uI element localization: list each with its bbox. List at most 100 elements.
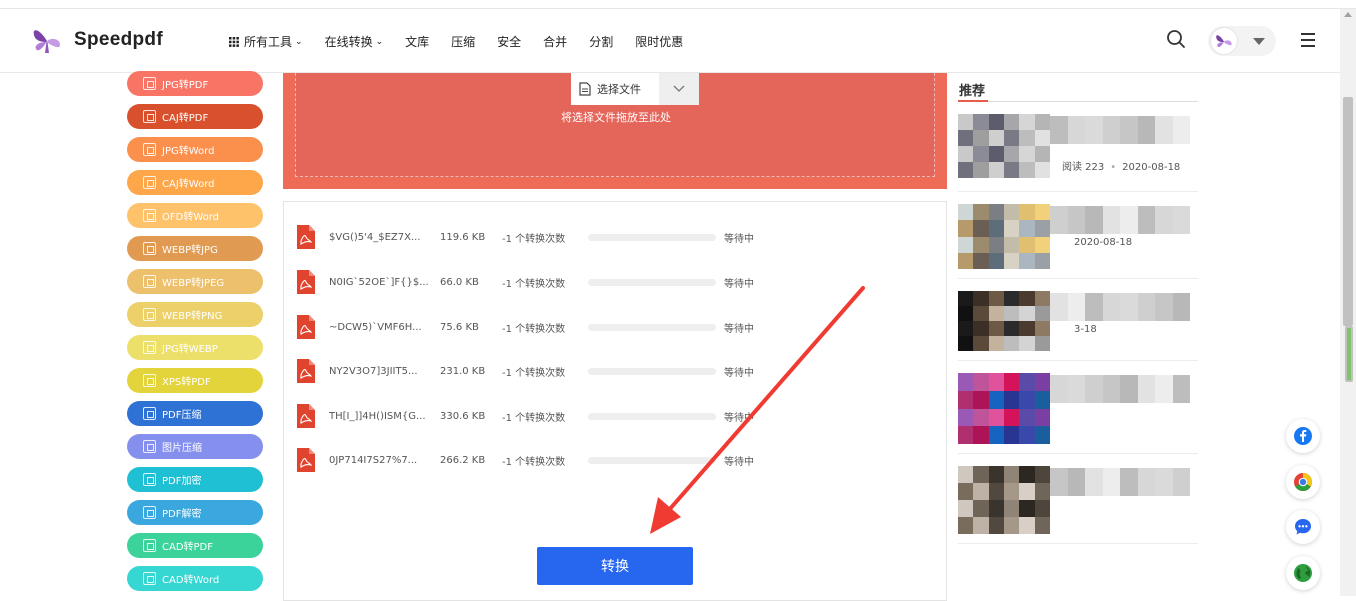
file-convert-icon [143,242,156,255]
tool-caj-to-word[interactable]: CAJ转Word [127,170,263,195]
nav-online-convert[interactable]: 在线转换 ⌄ [325,33,384,50]
article-thumbnail [958,373,1050,444]
tool-label: PDF解密 [162,509,202,520]
select-file-button[interactable]: 选择文件 [571,73,699,105]
file-convert-icon [143,77,156,90]
progress-bar [588,233,716,241]
tool-jpg-to-pdf[interactable]: JPG转PDF [127,71,263,96]
recommend-item[interactable]: 阅读 223 • 2020-08-18 [958,106,1198,192]
file-convert-icon [143,374,156,387]
blurred-title [1050,293,1190,321]
tool-cad-to-word[interactable]: CAD转Word [127,566,263,591]
file-convert-icon [143,143,156,156]
file-size: 66.0 KB [440,276,479,288]
tool-pdf-encrypt[interactable]: PDF加密 [127,467,263,492]
search-icon[interactable] [1166,29,1186,49]
tool-label: WEBP转PNG [162,311,223,322]
butterfly-avatar-icon [1216,35,1232,48]
tool-caj-to-pdf[interactable]: CAJ转PDF [127,104,263,129]
conversion-cost: -1 个转换次数 [502,323,566,335]
nav-compress[interactable]: 压缩 [451,33,475,50]
drop-zone[interactable]: 选择文件 将选择文件拖放至此处 [295,73,935,177]
recommend-panel: 推荐 阅读 223 • 2020-08-18 2020-08-18 3-18 [958,73,1200,596]
tool-webp-to-jpeg[interactable]: WEBP转JPEG [127,269,263,294]
chevron-down-icon: ⌄ [375,36,384,47]
tool-label: XPS转PDF [162,377,211,388]
file-name: ~DCW5)`VMF6H... [329,321,422,333]
tool-jpg-to-webp[interactable]: JPG转WEBP [127,335,263,360]
article-meta [1062,406,1074,417]
tool-image-compress[interactable]: 图片压缩 [127,434,263,459]
source-dropdown-button[interactable] [659,73,699,105]
nav-label: 合并 [543,35,568,49]
tool-xps-to-pdf[interactable]: XPS转PDF [127,368,263,393]
tool-jpg-to-word[interactable]: JPG转Word [127,137,263,162]
scrollbar-thumb[interactable] [1343,97,1353,326]
pdf-file-icon [297,448,315,472]
conversion-cost: -1 个转换次数 [502,412,566,424]
file-size: 119.6 KB [440,231,486,243]
tool-webp-to-png[interactable]: WEBP转PNG [127,302,263,327]
tool-webp-to-jpg[interactable]: WEBP转JPG [127,236,263,261]
chevron-down-icon: ⌄ [295,36,303,47]
publish-date: 3-18 [1074,324,1097,335]
tool-label: WEBP转JPEG [162,278,225,289]
brand-name: Speedpdf [74,29,163,50]
divider [958,101,1198,102]
nav-security[interactable]: 安全 [497,33,521,50]
nav-library[interactable]: 文库 [405,33,429,50]
site-header: Speedpdf 所有工具 ⌄ 在线转换 ⌄ 文库 压缩 安全 合并 分割 限时… [0,9,1340,73]
recommend-item[interactable] [958,361,1198,454]
blurred-title [1050,375,1190,403]
file-size: 330.6 KB [440,410,486,422]
convert-button[interactable]: 转换 [537,547,693,585]
file-status: 等待中 [724,233,754,245]
tool-pdf-decrypt[interactable]: PDF解密 [127,500,263,525]
view-count: 阅读 223 [1062,162,1105,173]
recommend-item[interactable]: 2020-08-18 [958,192,1198,279]
nav-merge[interactable]: 合并 [543,33,567,50]
file-size: 231.0 KB [440,365,486,377]
recommend-item[interactable] [958,454,1198,544]
nav-limited-offer[interactable]: 限时优惠 [635,33,683,50]
scroll-up-arrow-icon[interactable] [1344,12,1352,17]
pdf-file-icon [297,404,315,428]
brand-logo[interactable]: Speedpdf [30,25,163,55]
file-name: $VG()5'4_$EZ7X... [329,231,421,243]
tool-label: JPG转PDF [162,80,209,91]
nav-split[interactable]: 分割 [589,33,613,50]
pdf-file-icon [297,270,315,294]
blurred-title [1050,206,1190,234]
globe-icon [1294,564,1312,582]
facebook-share-button[interactable] [1286,419,1320,453]
tool-ofd-to-word[interactable]: OFD转Word [127,203,263,228]
file-name: NY2V3O7]3JIIT5... [329,365,418,377]
upload-area[interactable]: 选择文件 将选择文件拖放至此处 [283,73,947,189]
tool-pdf-compress[interactable]: PDF压缩 [127,401,263,426]
file-row: $VG()5'4_$EZ7X... 119.6 KB -1 个转换次数 等待中 [296,224,936,250]
drop-hint: 将选择文件拖放至此处 [561,111,671,124]
tool-cad-to-pdf[interactable]: CAD转PDF [127,533,263,558]
conversion-cost: -1 个转换次数 [502,278,566,290]
file-name: 0JP714I7S27%7... [329,454,418,466]
chat-support-button[interactable] [1286,510,1320,544]
chat-icon [1295,519,1311,535]
chrome-extension-button[interactable] [1286,465,1320,499]
tool-label: PDF压缩 [162,410,202,421]
tool-label: CAD转PDF [162,542,214,553]
nav-label: 所有工具 [244,35,293,49]
tool-label: JPG转Word [162,146,215,157]
user-menu[interactable] [1208,26,1276,56]
language-button[interactable] [1286,556,1320,590]
nav-all-tools[interactable]: 所有工具 ⌄ [229,33,303,50]
scrollbar-marker [1345,326,1353,382]
nav-label: 在线转换 [324,35,373,49]
file-convert-icon [143,572,156,585]
article-meta [1062,499,1074,510]
file-size: 266.2 KB [440,454,486,466]
divider [958,543,1198,544]
file-name: N0IG`52OE`]F{}$... [329,276,429,288]
hamburger-menu-icon[interactable] [1301,33,1315,51]
annotation-arrow [650,286,865,534]
recommend-item[interactable]: 3-18 [958,279,1198,361]
